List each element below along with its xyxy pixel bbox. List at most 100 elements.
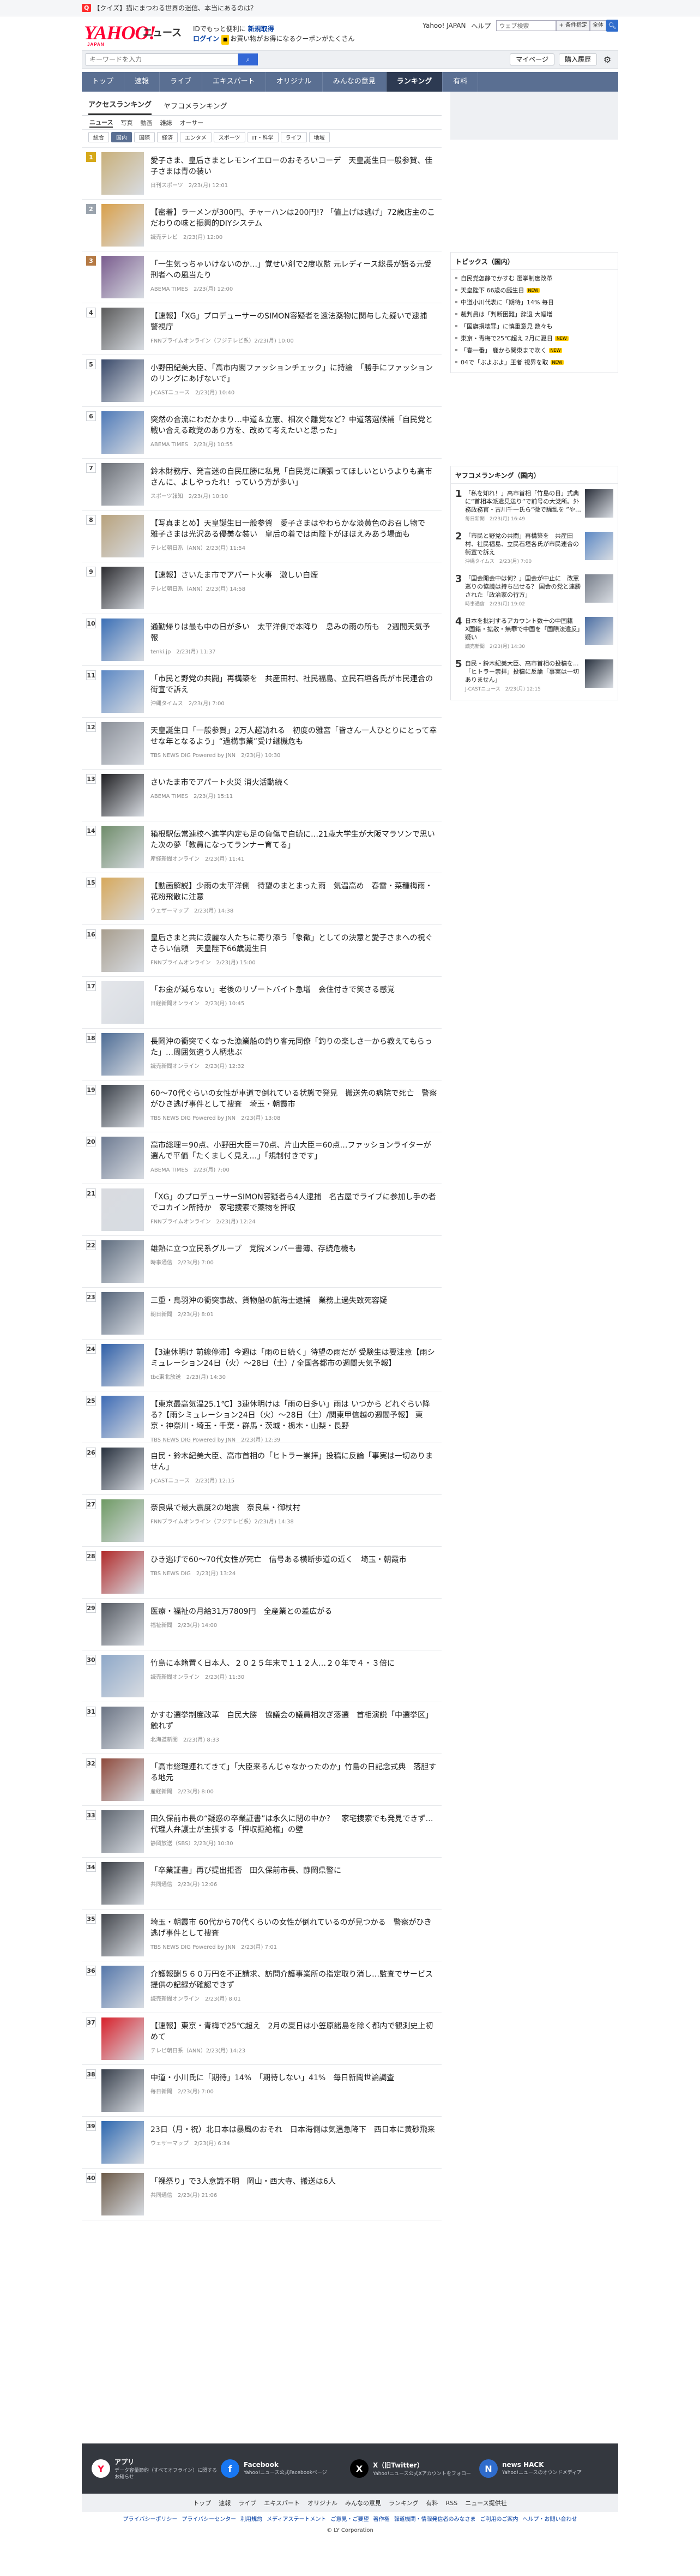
article-title[interactable]: 【速報】東京・青梅で25℃超え 2月の夏日は小笠原諸島を除く都内で観測史上初めて: [150, 2021, 437, 2043]
help-link[interactable]: ヘルプ: [471, 21, 491, 31]
footer-social-label[interactable]: news HACK: [502, 2461, 582, 2469]
article-title[interactable]: 23日（月・祝）北日本は暴風のおそれ 日本海側は気温急降下 西日本に黄砂飛来: [150, 2124, 437, 2135]
list-item[interactable]: 36 介護報酬５６０万円を不正請求、訪問介護事業所の指定取り消し…監査でサービス提…: [82, 1961, 442, 2013]
promo-bar[interactable]: Q 【クイズ】猫にまつわる世界の迷信、本当にあるのは？: [0, 0, 700, 16]
list-item[interactable]: 30 竹島に本籍置く日本人、２０２５年末で１１２人…２０年で４・３倍に 読売新聞オン…: [82, 1650, 442, 1702]
footer-link[interactable]: みんなの意見: [345, 2499, 381, 2507]
footer-link[interactable]: RSS: [446, 2500, 458, 2507]
article-thumbnail[interactable]: [101, 1033, 144, 1076]
search-scope-button[interactable]: 全体: [590, 20, 606, 31]
footer-social-item[interactable]: X X（旧Twitter） Yahoo!ニュース公式Xアカウントをフォロー: [350, 2459, 479, 2478]
footer-link[interactable]: ニュース提供社: [465, 2499, 506, 2507]
list-item[interactable]: 38 中道・小川氏に「期待」14% 「期待しない」41% 毎日新聞世論調査 毎日新聞…: [82, 2065, 442, 2117]
article-thumbnail[interactable]: [101, 1707, 144, 1749]
footer-social-label[interactable]: アプリ: [114, 2457, 221, 2466]
footer-link[interactable]: オリジナル: [307, 2499, 337, 2507]
article-thumbnail[interactable]: [101, 1188, 144, 1231]
article-thumbnail[interactable]: [101, 567, 144, 609]
article-thumbnail[interactable]: [101, 411, 144, 454]
register-link[interactable]: 新規取得: [248, 25, 274, 33]
article-thumbnail[interactable]: [101, 826, 144, 868]
list-item[interactable]: 40 「裸祭り」で3人意識不明 岡山・西大寺、搬送は6人 共同通信 2/23(月) …: [82, 2169, 442, 2220]
article-title[interactable]: 突然の合流にわだかまり…中道＆立憲、相次ぐ離党など？中道落選候補「自民党と戦い合…: [150, 415, 437, 436]
article-thumbnail[interactable]: [101, 1862, 144, 1905]
footer-link[interactable]: ランキング: [389, 2499, 419, 2507]
comment-rank-item[interactable]: 5 自民・鈴木紀美大臣、高市首相の投稿を...「ヒトラー崇拝」投稿に反論「事実は一…: [451, 654, 618, 696]
article-thumbnail[interactable]: [101, 1292, 144, 1335]
subcategory-tab[interactable]: 総合: [88, 131, 109, 142]
article-thumbnail[interactable]: [101, 1448, 144, 1490]
footer-social-item[interactable]: f Facebook Yahoo!ニュース公式Facebookページ: [221, 2459, 350, 2478]
article-title[interactable]: 奈良県で最大震度2の地震 奈良県・御杖村: [150, 1503, 437, 1514]
subcategory-tab[interactable]: ライフ: [280, 131, 307, 142]
footer-link[interactable]: 有料: [426, 2499, 438, 2507]
article-thumbnail[interactable]: [101, 359, 144, 402]
list-item[interactable]: 28 ひき逃げで60〜70代女性が死亡 信号ある横断歩道の近く 埼玉・朝霞市 TBS…: [82, 1547, 442, 1599]
subcategory-tab[interactable]: スポーツ: [213, 131, 245, 142]
article-title[interactable]: 愛子さま、皇后さまとレモンイエローのおそろいコーデ 天皇誕生日一般参賀、佳子さま…: [150, 155, 437, 177]
topic-item[interactable]: 裁判員は「判断困難」辞退 大幅増: [451, 308, 618, 320]
topic-title[interactable]: 東京・青梅で25℃超え 2月に夏日: [461, 334, 553, 343]
list-item[interactable]: 15 【動画解説】少雨の太平洋側 待望のまとまった雨 気温高め 春雷・菜種梅雨・花…: [82, 873, 442, 925]
topic-item[interactable]: 「国旗損壊罪」に慎重意見 数々も: [451, 320, 618, 332]
list-item[interactable]: 33 田久保前市長の“疑惑の卒業証書”は永久に閉の中か？ 家宅捜索でも発見できず……: [82, 1806, 442, 1858]
comment-rank-thumbnail[interactable]: [585, 489, 613, 518]
list-item[interactable]: 20 高市総理＝90点、小野田大臣＝70点、片山大臣＝60点…ファッションライター…: [82, 1132, 442, 1184]
article-thumbnail[interactable]: [101, 515, 144, 557]
article-thumbnail[interactable]: [101, 1137, 144, 1179]
login-link[interactable]: ログイン: [193, 35, 219, 43]
nav-item[interactable]: エキスパート: [202, 72, 266, 92]
list-item[interactable]: 29 医療・福祉の月給31万7809円 全産業との差広がる 福祉新聞 2/23(月)…: [82, 1599, 442, 1650]
nav-item[interactable]: トップ: [82, 72, 125, 92]
article-thumbnail[interactable]: [101, 152, 144, 195]
article-thumbnail[interactable]: [101, 1085, 144, 1127]
list-item[interactable]: 26 自民・鈴木紀美大臣、高市首相の「ヒトラー崇拝」投稿に反論「事実は一切ありませ…: [82, 1443, 442, 1495]
article-title[interactable]: 竹島に本籍置く日本人、２０２５年末で１１２人…２０年で４・３倍に: [150, 1658, 437, 1669]
list-item[interactable]: 4 【速報】「XG」プロデューサーのSIMON容疑者を遠法薬物に関与した疑いで逮捕…: [82, 303, 442, 355]
list-item[interactable]: 14 箱根駅伝常連校へ進学内定も足の負傷で自続に…21歳大学生が大阪マラソンで思い…: [82, 821, 442, 873]
keyword-search-button[interactable]: ⌕: [238, 53, 258, 65]
list-item[interactable]: 5 小野田紀美大臣、「高市内閣ファッションチェック」に持論 「勝手にファッションの…: [82, 355, 442, 407]
article-thumbnail[interactable]: [101, 1655, 144, 1697]
article-title[interactable]: 介護報酬５６０万円を不正請求、訪問介護事業所の指定取り消し…監査でサービス提供の…: [150, 1969, 437, 1991]
list-item[interactable]: 21 「XG」のプロデューサーSIMON容疑者ら4人逮捕 名古屋でライブに参加し手…: [82, 1184, 442, 1236]
article-thumbnail[interactable]: [101, 1499, 144, 1542]
topic-item[interactable]: 中道小川代表に「期待」14% 毎日: [451, 296, 618, 308]
comment-rank-item[interactable]: 2 「市民と野党の共闘」再構築を 共産田村、社民福島、立民石垣各氏が市民連合の街宣…: [451, 526, 618, 569]
gear-icon[interactable]: ⚙: [601, 53, 613, 65]
nav-item[interactable]: ライブ: [160, 72, 203, 92]
topic-item[interactable]: 天皇陛下 66歳の誕生日 NEW: [451, 284, 618, 296]
list-item[interactable]: 2 【密着】ラーメンが300円、チャーハンは200円!? 「値上げは逃げ」72歳店…: [82, 200, 442, 251]
article-title[interactable]: 医療・福祉の月給31万7809円 全産業との差広がる: [150, 1606, 437, 1617]
article-title[interactable]: 「卒業証書」再び提出拒否 田久保前市長、静岡県警に: [150, 1865, 437, 1876]
comment-rank-item[interactable]: 1 「私を知れ！」高市首相「竹島の日」式典に“首相本派遣見送り”で前号の大党所。外…: [451, 484, 618, 526]
topic-title[interactable]: 自民党怎静でかすむ 選挙制度改革: [461, 274, 553, 283]
article-title[interactable]: 「XG」のプロデューサーSIMON容疑者ら4人逮捕 名古屋でライブに参加し手の者…: [150, 1192, 437, 1214]
article-title[interactable]: 雄熱に立つ立民系グループ 党院メンバー書簿、存続危機も: [150, 1244, 437, 1254]
article-title[interactable]: 鈴木財務庁、発言迷の自民圧勝に私見「自民党に頑張ってほしいというよりも高市さんに…: [150, 466, 437, 488]
article-thumbnail[interactable]: [101, 878, 144, 920]
footer-policy-link[interactable]: プライバシーポリシー: [123, 2514, 178, 2523]
nav-item[interactable]: みんなの意見: [323, 72, 387, 92]
footer-policy-link[interactable]: プライバシーセンター: [182, 2514, 236, 2523]
article-thumbnail[interactable]: [101, 619, 144, 661]
footer-policy-link[interactable]: 利用規約: [240, 2514, 262, 2523]
article-thumbnail[interactable]: [101, 2173, 144, 2215]
article-title[interactable]: 天皇誕生日「一般参賀」2万人超訪れる 初度の雅宮「皆さん一人ひとりにとって幸せな…: [150, 725, 437, 747]
topic-title[interactable]: 「国旗損壊罪」に慎重意見 数々も: [461, 322, 553, 331]
topic-title[interactable]: 中道小川代表に「期待」14% 毎日: [461, 298, 554, 307]
comment-rank-thumbnail[interactable]: [585, 574, 613, 603]
article-title[interactable]: 「お金が減らない」老後のリゾートバイト急増 会住付きで笑さる感覚: [150, 984, 437, 995]
footer-social-label[interactable]: Facebook: [244, 2461, 327, 2469]
topic-title[interactable]: 04で「ぶよぶよ」王者 視界を取: [461, 358, 548, 367]
search-icon[interactable]: 🔍︎: [606, 20, 618, 32]
footer-policy-link[interactable]: 報道機関・情報発信者のみなさま: [394, 2514, 475, 2523]
list-item[interactable]: 31 かすむ選挙制度改革 自民大勝 協議会の議員相次ぎ落選 首相演説「中選挙区」触…: [82, 1702, 442, 1754]
comment-rank-thumbnail[interactable]: [585, 532, 613, 560]
footer-policy-link[interactable]: ご利用のご案内: [480, 2514, 518, 2523]
comment-rank-title[interactable]: 自民・鈴木紀美大臣、高市首相の投稿を...「ヒトラー崇拝」投稿に反論「事実は一切…: [465, 659, 582, 684]
footer-social-item[interactable]: Nnews HACK Yahoo!ニュースのオウンドメディア: [479, 2459, 608, 2478]
article-title[interactable]: 【密着】ラーメンが300円、チャーハンは200円!? 「値上げは逃げ」72歳店主…: [150, 207, 437, 229]
article-title[interactable]: 中道・小川氏に「期待」14% 「期待しない」41% 毎日新聞世論調査: [150, 2073, 437, 2083]
list-item[interactable]: 24 【3連休明け 前線停滞】今週は「雨の日続く」待望の雨だが 受験生は要注意【雨…: [82, 1340, 442, 1391]
